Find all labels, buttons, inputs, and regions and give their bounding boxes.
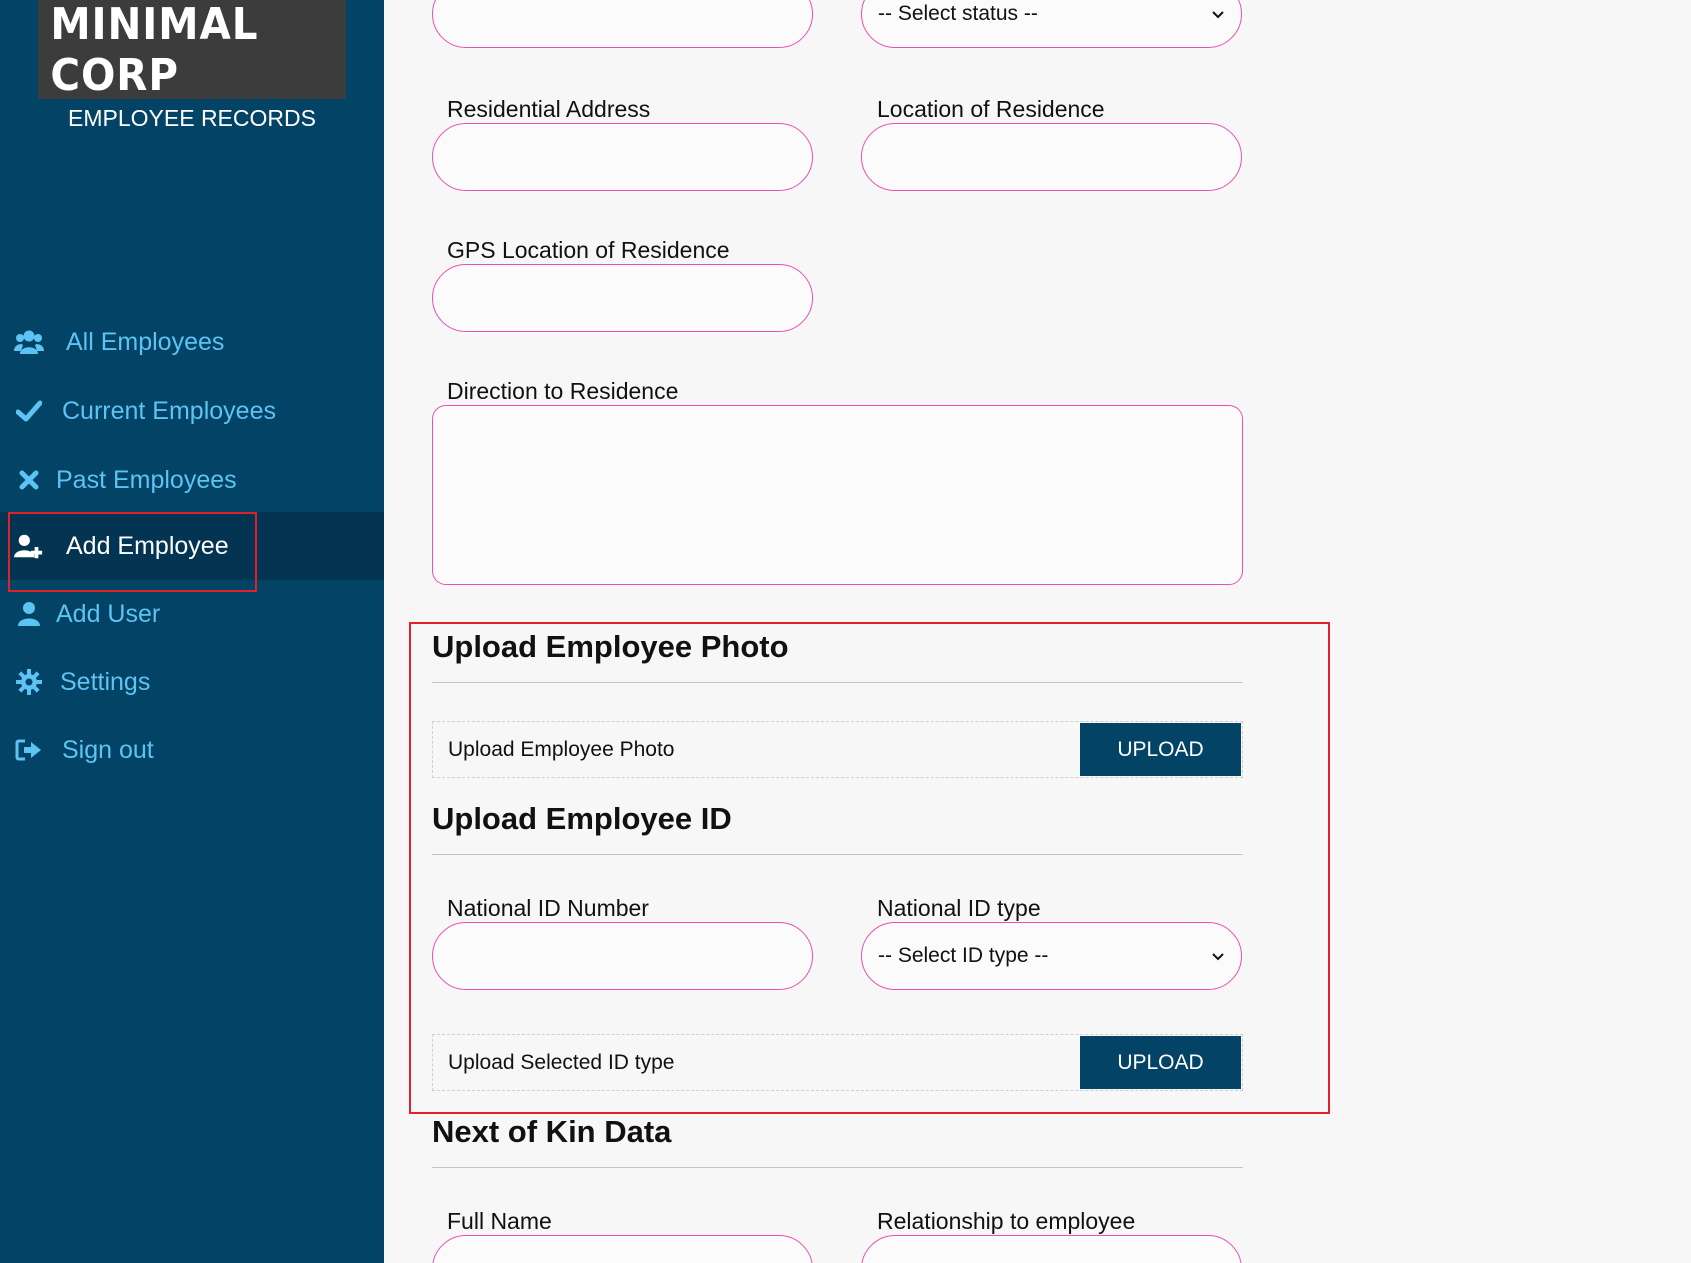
user-icon	[14, 601, 44, 627]
sidebar-item-current-employees[interactable]: Current Employees	[0, 377, 384, 445]
direction-to-residence-textarea[interactable]	[432, 405, 1243, 585]
sidebar-item-add-employee[interactable]: Add Employee	[0, 512, 384, 580]
upload-photo-heading: Upload Employee Photo	[432, 629, 789, 664]
upload-photo-label: Upload Employee Photo	[448, 737, 675, 761]
sign-out-icon	[14, 738, 44, 762]
app-subtitle: EMPLOYEE RECORDS	[68, 105, 316, 131]
users-icon	[14, 329, 44, 355]
sidebar-item-past-employees[interactable]: Past Employees	[0, 446, 384, 514]
kin-full-name-input[interactable]	[432, 1235, 813, 1263]
sidebar-item-label: Current Employees	[62, 396, 276, 425]
chevron-down-icon	[1211, 945, 1225, 968]
company-logo: MINIMAL CORP	[38, 0, 346, 101]
section-divider	[432, 682, 1243, 683]
upload-id-label: Upload Selected ID type	[448, 1050, 675, 1074]
section-divider	[432, 1167, 1243, 1168]
kin-relationship-label: Relationship to employee	[877, 1208, 1136, 1234]
location-of-residence-label: Location of Residence	[877, 96, 1105, 122]
sidebar-item-label: Add Employee	[66, 531, 229, 560]
sidebar-item-sign-out[interactable]: Sign out	[0, 716, 384, 784]
logo-text: MINIMAL CORP	[50, 0, 259, 101]
sidebar-item-label: Add User	[56, 599, 161, 628]
sidebar-item-all-employees[interactable]: All Employees	[0, 308, 384, 376]
national-id-type-label: National ID type	[877, 895, 1041, 921]
sidebar: MINIMAL CORP EMPLOYEE RECORDS All Employ…	[0, 0, 384, 1263]
section-divider	[432, 854, 1243, 855]
sidebar-item-label: Sign out	[62, 735, 154, 764]
residential-address-input[interactable]	[432, 123, 813, 191]
user-plus-icon	[14, 533, 44, 559]
direction-to-residence-label: Direction to Residence	[447, 378, 679, 404]
gps-location-input[interactable]	[432, 264, 813, 332]
sidebar-item-label: All Employees	[66, 327, 225, 356]
chevron-down-icon	[1211, 3, 1225, 26]
next-of-kin-heading: Next of Kin Data	[432, 1114, 672, 1149]
kin-full-name-label: Full Name	[447, 1208, 552, 1234]
sidebar-item-label: Settings	[60, 667, 151, 696]
national-id-type-select[interactable]: -- Select ID type --	[861, 922, 1242, 990]
kin-relationship-input[interactable]	[861, 1235, 1242, 1263]
upload-photo-row[interactable]: Upload Employee Photo UPLOAD	[432, 721, 1243, 778]
national-id-number-input[interactable]	[432, 922, 813, 990]
id-type-select-value: -- Select ID type --	[878, 944, 1049, 967]
upload-photo-button[interactable]: UPLOAD	[1080, 723, 1241, 776]
status-select-value: -- Select status --	[878, 2, 1038, 25]
upload-id-button[interactable]: UPLOAD	[1080, 1036, 1241, 1089]
upload-id-row[interactable]: Upload Selected ID type UPLOAD	[432, 1034, 1243, 1091]
gps-location-label: GPS Location of Residence	[447, 237, 730, 263]
check-icon	[14, 400, 44, 422]
national-id-number-label: National ID Number	[447, 895, 649, 921]
top-text-field[interactable]	[432, 0, 813, 48]
residential-address-label: Residential Address	[447, 96, 651, 122]
location-of-residence-input[interactable]	[861, 123, 1242, 191]
sidebar-item-settings[interactable]: Settings	[0, 648, 384, 716]
gear-icon	[14, 669, 44, 695]
status-select[interactable]: -- Select status --	[861, 0, 1242, 48]
times-icon	[14, 469, 44, 491]
sidebar-item-add-user[interactable]: Add User	[0, 580, 384, 648]
upload-id-heading: Upload Employee ID	[432, 801, 732, 836]
sidebar-item-label: Past Employees	[56, 465, 237, 494]
